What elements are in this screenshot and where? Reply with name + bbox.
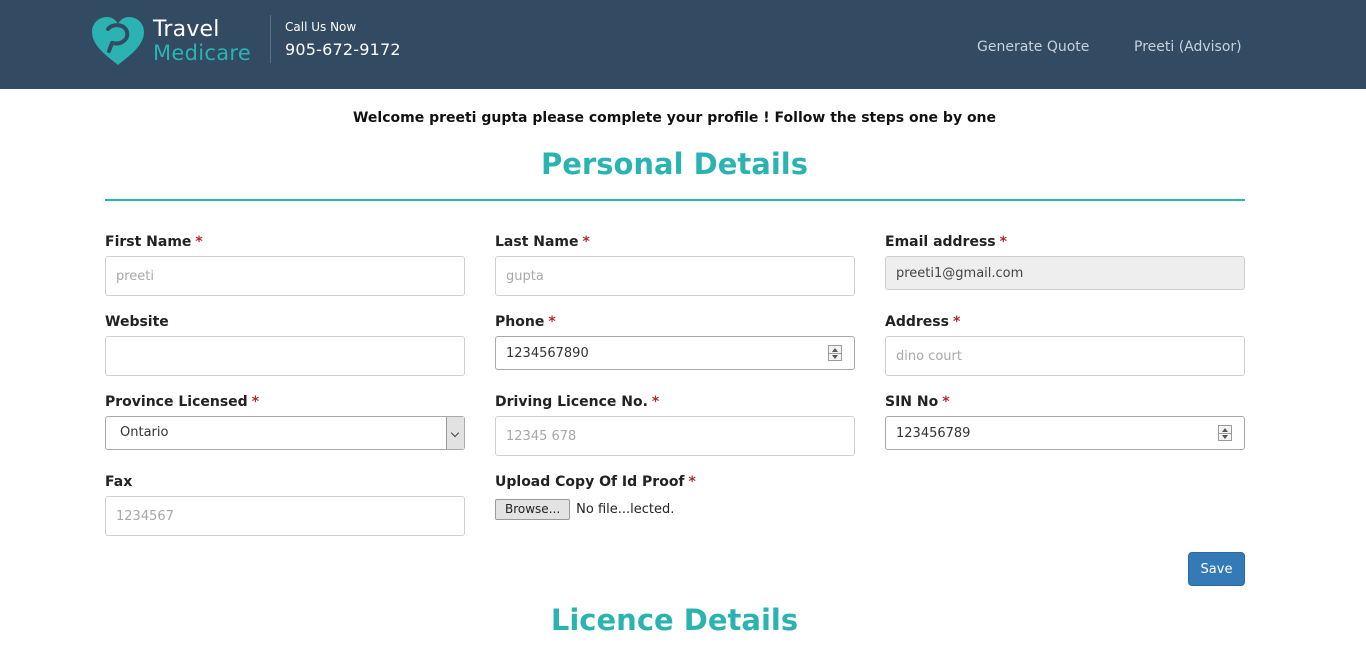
sin-label: SIN No * — [885, 394, 950, 410]
email-label: Email address * — [885, 234, 1007, 250]
email-input[interactable] — [885, 256, 1245, 290]
province-label: Province Licensed * — [105, 394, 260, 410]
header-divider — [270, 15, 271, 63]
logo-text-travel: Travel — [153, 17, 220, 42]
driving-licence-field: Driving Licence No. * — [495, 392, 855, 456]
id-proof-field: Upload Copy Of Id Proof * Browse... No fi… — [495, 472, 855, 520]
phone-field: Phone * — [495, 312, 855, 370]
required-marker: * — [688, 474, 696, 490]
licence-details-heading: Licence Details — [550, 603, 799, 637]
phone-label: Phone * — [495, 314, 556, 330]
chevron-down-icon[interactable] — [446, 417, 464, 449]
personal-details-heading: Personal Details — [541, 147, 808, 181]
browse-button[interactable]: Browse... — [495, 498, 571, 520]
required-marker: * — [251, 394, 260, 410]
fax-label: Fax — [105, 474, 133, 490]
sin-field: SIN No * — [885, 392, 1245, 450]
section-divider — [105, 199, 1245, 201]
required-marker: * — [582, 234, 590, 250]
required-marker: * — [942, 394, 950, 410]
required-marker: * — [548, 314, 556, 330]
nav-user-menu[interactable]: Preeti (Advisor) — [1134, 39, 1242, 55]
last-name-label: Last Name * — [495, 234, 590, 250]
province-field: Province Licensed * Ontario — [105, 392, 465, 450]
required-marker: * — [999, 234, 1007, 250]
logo-text-medicare: Medicare — [153, 41, 252, 65]
top-navigation-bar: Travel Medicare Call Us Now 905-672-9172… — [0, 0, 1366, 89]
last-name-input[interactable] — [495, 256, 855, 296]
address-label: Address * — [885, 314, 961, 330]
driving-licence-input[interactable] — [495, 416, 855, 456]
sin-input[interactable] — [885, 416, 1245, 450]
province-select[interactable]: Ontario — [105, 416, 465, 450]
call-us-label: Call Us Now — [285, 20, 357, 34]
first-name-field: First Name * — [105, 232, 465, 296]
phone-number-input-wrap — [495, 336, 855, 370]
nav-generate-quote[interactable]: Generate Quote — [977, 39, 1089, 55]
id-proof-label: Upload Copy Of Id Proof * — [495, 474, 696, 490]
travel-medicare-logo[interactable]: Travel Medicare — [90, 15, 265, 71]
number-spinner-icon[interactable] — [1218, 425, 1232, 441]
email-field: Email address * — [885, 232, 1245, 290]
required-marker: * — [952, 314, 961, 330]
driving-licence-label: Driving Licence No. * — [495, 394, 660, 410]
last-name-field: Last Name * — [495, 232, 855, 296]
required-marker: * — [195, 234, 203, 250]
fax-field: Fax — [105, 472, 465, 536]
first-name-label: First Name * — [105, 234, 203, 250]
number-spinner-icon[interactable] — [828, 345, 842, 361]
address-field: Address * — [885, 312, 1245, 376]
website-field: Website — [105, 312, 465, 376]
file-status-text: No file...lected. — [576, 501, 675, 517]
sin-number-input-wrap — [885, 416, 1245, 450]
required-marker: * — [651, 394, 660, 410]
file-upload-input[interactable]: Browse... No file...lected. — [495, 498, 855, 520]
phone-input[interactable] — [495, 336, 855, 370]
phone-number[interactable]: 905-672-9172 — [285, 40, 401, 59]
province-selected-value: Ontario — [120, 425, 169, 440]
first-name-input[interactable] — [105, 256, 465, 296]
heart-logo-icon — [92, 17, 144, 65]
address-input[interactable] — [885, 336, 1245, 376]
website-label: Website — [105, 314, 169, 330]
website-input[interactable] — [105, 336, 465, 376]
save-button[interactable]: Save — [1188, 552, 1245, 586]
welcome-message: Welcome preeti gupta please complete you… — [352, 110, 997, 126]
fax-input[interactable] — [105, 496, 465, 536]
